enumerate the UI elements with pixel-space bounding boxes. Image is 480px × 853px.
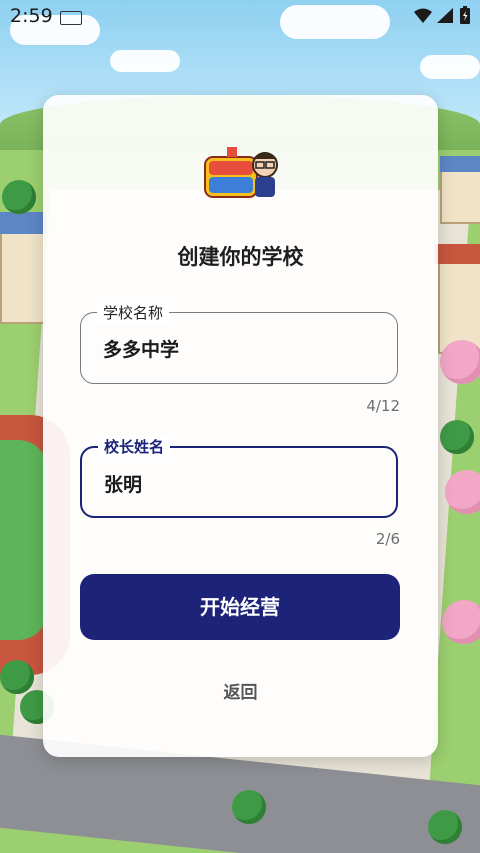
tree <box>2 180 36 214</box>
principal-name-input[interactable]: 张明 <box>104 470 142 497</box>
keyboard-icon <box>60 11 82 25</box>
tree <box>0 660 34 694</box>
sports-field <box>0 440 48 640</box>
dialog-title: 创建你的学校 <box>177 245 304 269</box>
create-school-dialog: 创建你的学校 学校名称 多多中学 4/12 校长姓名 张明 2/6 开始经营 返… <box>43 95 438 757</box>
tree <box>440 420 474 454</box>
principal-name-field[interactable]: 校长姓名 张明 <box>80 436 398 518</box>
principal-name-counter: 2/6 <box>375 530 400 548</box>
building-roof <box>434 244 480 264</box>
wifi-icon <box>414 8 432 23</box>
school-name-input[interactable]: 多多中学 <box>103 335 179 362</box>
status-bar: 2:59 <box>0 0 480 32</box>
battery-icon <box>460 6 470 24</box>
cherry-tree <box>440 340 480 384</box>
cloud <box>420 55 480 79</box>
tree <box>428 810 462 844</box>
building-roof <box>440 156 480 172</box>
tree <box>232 790 266 824</box>
status-time: 2:59 <box>10 5 53 27</box>
cloud <box>110 50 180 72</box>
building <box>0 230 46 324</box>
building-roof <box>0 212 46 234</box>
start-management-button[interactable]: 开始经营 <box>80 574 400 640</box>
game-logo <box>204 147 278 198</box>
school-name-label: 学校名称 <box>97 302 170 323</box>
school-name-field[interactable]: 学校名称 多多中学 <box>80 302 398 384</box>
principal-name-label: 校长姓名 <box>98 436 171 457</box>
school-name-counter: 4/12 <box>366 397 400 415</box>
building <box>440 170 480 224</box>
cherry-tree <box>442 600 480 644</box>
back-link[interactable]: 返回 <box>43 678 438 703</box>
signal-icon <box>437 8 453 23</box>
